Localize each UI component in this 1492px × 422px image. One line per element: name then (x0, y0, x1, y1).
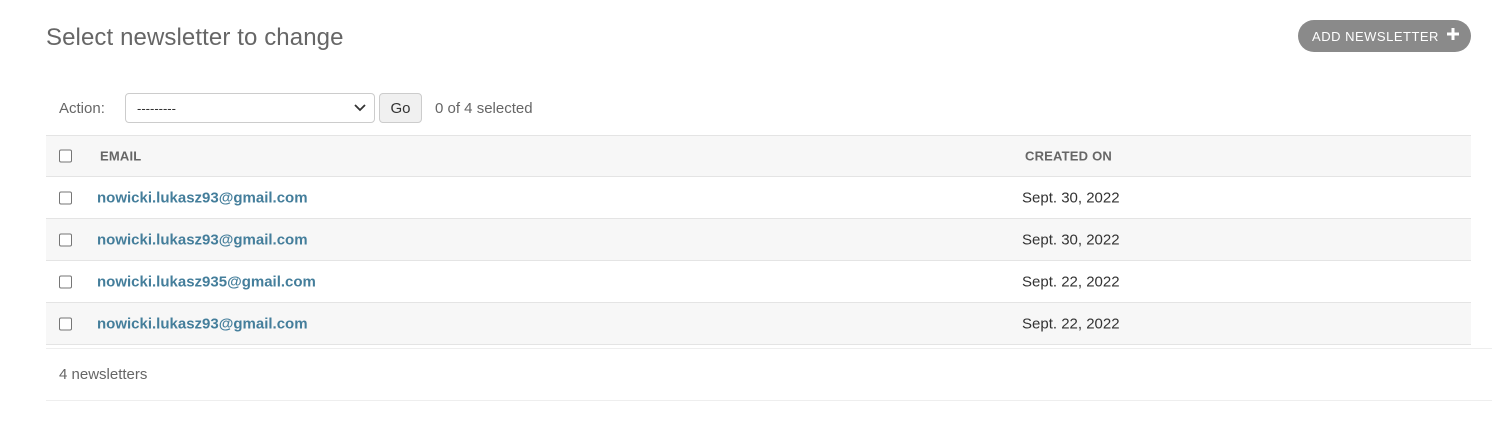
table-row: nowicki.lukasz935@gmail.com Sept. 22, 20… (46, 261, 1471, 303)
actions-bar: Action: --------- Go 0 of 4 selected (46, 93, 533, 123)
selection-counter: 0 of 4 selected (435, 99, 533, 117)
row-checkbox[interactable] (59, 275, 72, 288)
table-header: EMAIL CREATED ON (46, 135, 1471, 177)
email-link[interactable]: nowicki.lukasz935@gmail.com (97, 273, 316, 290)
email-link[interactable]: nowicki.lukasz93@gmail.com (97, 189, 308, 206)
chevron-down-icon (353, 100, 367, 117)
change-list-page: Select newsletter to change ADD NEWSLETT… (0, 0, 1492, 422)
paginator: 4 newsletters (46, 348, 1492, 401)
created-on-cell: Sept. 30, 2022 (1022, 231, 1120, 248)
results-table: EMAIL CREATED ON nowicki.lukasz93@gmail.… (46, 135, 1471, 345)
page-title: Select newsletter to change (46, 24, 344, 51)
plus-icon (1446, 28, 1459, 44)
add-newsletter-button[interactable]: ADD NEWSLETTER (1298, 20, 1471, 52)
column-header-created-on[interactable]: CREATED ON (1025, 149, 1112, 164)
select-all-checkbox[interactable] (59, 149, 72, 163)
column-header-email[interactable]: EMAIL (100, 149, 141, 164)
row-checkbox[interactable] (59, 191, 72, 204)
action-select-value: --------- (137, 100, 176, 116)
action-label: Action: (59, 99, 105, 117)
go-button[interactable]: Go (379, 93, 422, 123)
table-row: nowicki.lukasz93@gmail.com Sept. 30, 202… (46, 177, 1471, 219)
email-link[interactable]: nowicki.lukasz93@gmail.com (97, 315, 308, 332)
created-on-cell: Sept. 30, 2022 (1022, 189, 1120, 206)
row-checkbox[interactable] (59, 317, 72, 330)
created-on-cell: Sept. 22, 2022 (1022, 315, 1120, 332)
add-newsletter-label: ADD NEWSLETTER (1312, 28, 1439, 44)
table-row: nowicki.lukasz93@gmail.com Sept. 22, 202… (46, 303, 1471, 345)
email-link[interactable]: nowicki.lukasz93@gmail.com (97, 231, 308, 248)
created-on-cell: Sept. 22, 2022 (1022, 273, 1120, 290)
action-select[interactable]: --------- (125, 93, 375, 123)
row-checkbox[interactable] (59, 233, 72, 246)
table-row: nowicki.lukasz93@gmail.com Sept. 30, 202… (46, 219, 1471, 261)
result-count: 4 newsletters (59, 366, 148, 383)
